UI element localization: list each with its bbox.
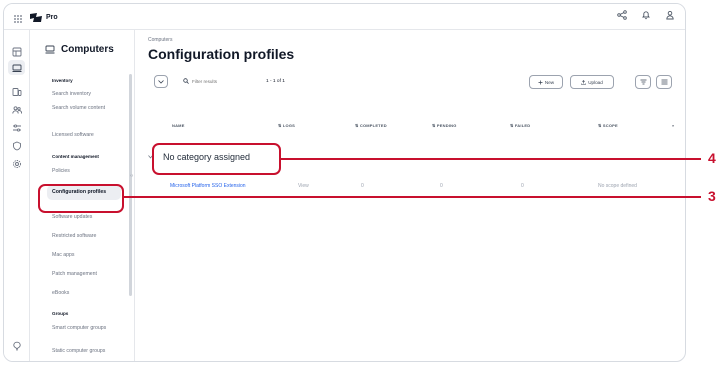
notification-icon[interactable]	[641, 10, 651, 20]
sidebar-item-search-volume-content[interactable]: Search volume content	[52, 105, 122, 112]
callout-4-highlight	[152, 143, 281, 175]
callout-4-leader-line	[281, 158, 701, 160]
pending-count: 0	[440, 183, 443, 189]
column-header-scope-label: SCOPE	[602, 123, 618, 128]
column-header-pending-label: PENDING	[436, 123, 457, 128]
apps-grid-icon[interactable]	[13, 11, 23, 23]
callout-4-number: 4	[708, 150, 716, 166]
table-header: NAME ⇅ LOGS ⇅ COMPLETED ⇅ PENDING ⇅ FAIL…	[148, 123, 678, 131]
new-button[interactable]: New	[529, 75, 563, 89]
column-header-logs-label: LOGS	[282, 123, 296, 128]
column-header-completed-label: COMPLETED	[359, 123, 387, 128]
toolbar: 1 - 1 of 1 New Upload	[148, 74, 676, 92]
column-header-completed[interactable]: ⇅ COMPLETED	[355, 123, 387, 128]
sidebar-section-content-management: Content management	[52, 154, 99, 159]
product-logo[interactable]: Pro	[30, 11, 58, 23]
column-header-failed-label: FAILED	[514, 123, 531, 128]
sidebar-item-search-inventory[interactable]: Search inventory	[52, 91, 122, 98]
users-icon[interactable]	[11, 104, 22, 115]
column-header-pending[interactable]: ⇅ PENDING	[432, 123, 457, 128]
sidebar-section-groups: Groups	[52, 311, 69, 316]
filter-button[interactable]	[635, 75, 651, 89]
search-icon	[183, 78, 189, 84]
sidebar-item-mac-apps[interactable]: Mac apps	[52, 252, 122, 259]
chevron-down-icon	[158, 79, 164, 84]
plus-icon	[538, 80, 543, 84]
expand-toggle-button[interactable]	[154, 75, 168, 88]
settings-sliders-icon[interactable]	[11, 122, 22, 133]
callout-3-leader-line	[124, 196, 701, 198]
computer-icon	[45, 45, 55, 54]
app-window: Pro Computers Inventory Search inventory…	[3, 3, 686, 362]
columns-button[interactable]	[656, 75, 672, 89]
sidebar-item-restricted-software[interactable]: Restricted software	[52, 233, 122, 240]
dashboard-icon[interactable]	[11, 46, 22, 57]
failed-count: 0	[521, 183, 524, 189]
logs-link[interactable]: View	[298, 183, 309, 189]
sidebar-item-software-updates[interactable]: Software updates	[52, 214, 122, 221]
user-icon[interactable]	[665, 10, 675, 20]
sidebar-header: Computers	[45, 44, 114, 55]
scope-value: No scope defined	[598, 183, 637, 189]
gear-icon[interactable]	[11, 158, 22, 169]
devices-icon[interactable]	[11, 86, 22, 97]
icon-rail	[4, 30, 30, 361]
table-row: Microsoft Platform SSO Extension View 0 …	[148, 180, 678, 192]
result-count: 1 - 1 of 1	[266, 79, 285, 84]
breadcrumb[interactable]: Computers	[148, 37, 172, 43]
column-header-scope[interactable]: ⇅ SCOPE	[598, 123, 618, 128]
column-options-icon[interactable]: »	[672, 123, 674, 128]
search-field[interactable]	[183, 78, 242, 84]
callout-3-highlight	[38, 184, 124, 213]
sidebar-scrollbar[interactable]	[129, 74, 132, 296]
sidebar-item-patch-management[interactable]: Patch management	[52, 271, 122, 278]
column-header-failed[interactable]: ⇅ FAILED	[510, 123, 530, 128]
upload-icon	[581, 79, 586, 85]
shield-icon[interactable]	[11, 140, 22, 151]
new-button-label: New	[544, 79, 555, 85]
sidebar-item-static-computer-groups[interactable]: Static computer groups	[52, 348, 122, 355]
completed-count: 0	[361, 183, 364, 189]
top-bar: Pro	[4, 4, 685, 30]
column-header-name[interactable]: NAME	[172, 123, 185, 128]
share-icon[interactable]	[617, 10, 627, 20]
filter-icon	[640, 79, 646, 85]
profile-link[interactable]: Microsoft Platform SSO Extension	[170, 183, 246, 189]
product-name: Pro	[46, 13, 58, 21]
sidebar-item-policies[interactable]: Policies	[52, 168, 122, 175]
upload-button[interactable]: Upload	[570, 75, 614, 89]
sidebar-item-smart-computer-groups[interactable]: Smart computer groups	[52, 325, 122, 332]
sidebar-item-ebooks[interactable]: eBooks	[52, 290, 122, 297]
sidebar-item-licensed-software[interactable]: Licensed software	[52, 132, 122, 139]
sidebar-section-inventory: Inventory	[52, 78, 73, 83]
upload-button-label: Upload	[588, 79, 603, 85]
logo-mark-icon	[30, 12, 42, 22]
help-icon[interactable]	[11, 340, 22, 351]
computers-icon[interactable]	[8, 60, 25, 75]
list-icon	[661, 79, 667, 85]
page-title: Configuration profiles	[148, 46, 295, 62]
column-header-logs[interactable]: ⇅ LOGS	[278, 123, 295, 128]
callout-3-number: 3	[708, 188, 716, 204]
sidebar-title: Computers	[61, 44, 114, 55]
search-input[interactable]	[192, 78, 242, 84]
